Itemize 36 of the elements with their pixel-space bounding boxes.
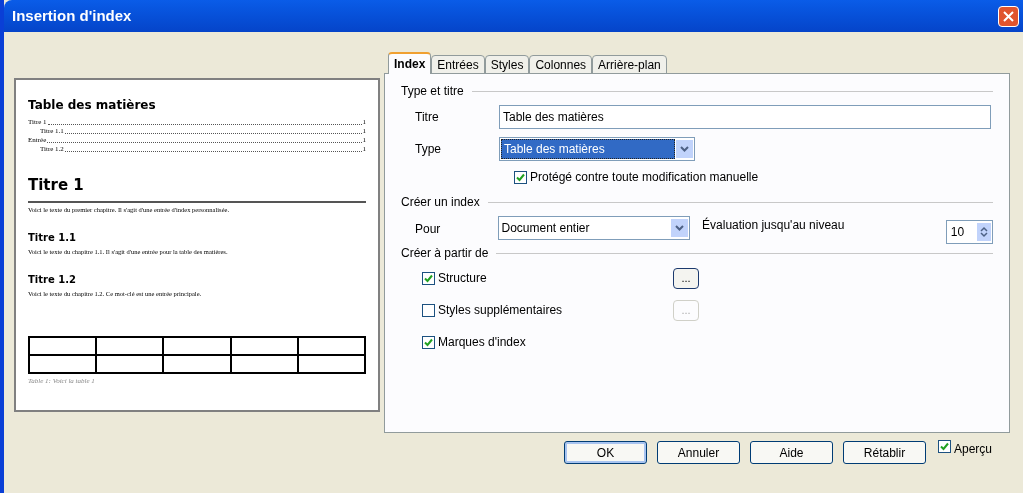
window-title: Insertion d'index: [12, 5, 132, 26]
level-spinbox[interactable]: 10: [945, 220, 993, 244]
checkbox[interactable]: [422, 271, 435, 285]
dialog-button[interactable]: Annuler: [657, 441, 740, 464]
title-field[interactable]: Table des matières: [499, 105, 991, 129]
browse-button[interactable]: ...: [673, 267, 699, 289]
preview-heading: Table des matières: [28, 97, 157, 114]
spin-arrows-icon: [977, 223, 991, 241]
checkbox[interactable]: [514, 170, 527, 184]
tab[interactable]: Arrière-plan: [592, 55, 667, 74]
field-label: Évaluation jusqu'au niveau: [702, 216, 846, 234]
dropdown[interactable]: Document entier: [497, 216, 691, 240]
dialog-button[interactable]: Aide: [750, 441, 833, 464]
dialog-button[interactable]: OK: [564, 441, 647, 464]
checkbox[interactable]: [422, 335, 435, 349]
field-label: Type: [415, 141, 442, 158]
close-icon: [1003, 10, 1014, 22]
tab[interactable]: Index: [388, 52, 432, 74]
field-label: Titre: [415, 109, 440, 126]
checkbox[interactable]: [938, 439, 951, 453]
section-heading: Type et titre: [401, 83, 464, 100]
dialog-button[interactable]: Rétablir: [843, 441, 926, 464]
dropdown[interactable]: Table des matières: [499, 137, 695, 161]
preview-heading: Titre 1.2: [28, 272, 77, 287]
checkbox-label: Styles supplémentaires: [438, 302, 563, 319]
close-button[interactable]: [998, 5, 1019, 27]
checkbox[interactable]: [422, 303, 435, 317]
field-label: Pour: [415, 221, 442, 238]
preview-heading: Titre 1: [28, 174, 366, 203]
section-heading: Créer un index: [401, 194, 480, 211]
preview-heading: Titre 1.1: [28, 230, 77, 245]
checkbox-label: Protégé contre toute modification manuelle: [530, 169, 759, 186]
checkbox-label: Aperçu: [954, 440, 993, 458]
checkbox-label: Structure: [438, 270, 487, 287]
checkbox-label: Marques d'index: [438, 334, 526, 351]
section-heading: Créer à partir de: [401, 245, 489, 262]
